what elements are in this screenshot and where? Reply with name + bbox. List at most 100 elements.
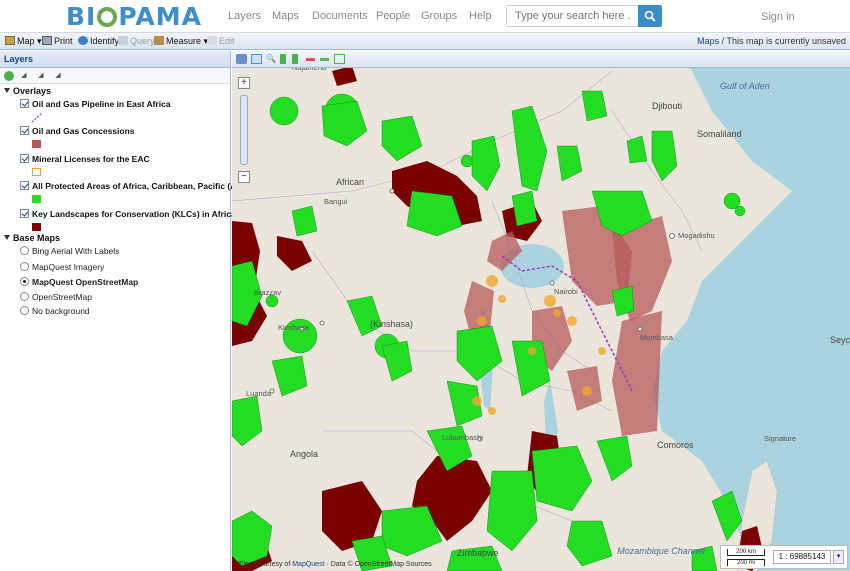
layers-panel-tools: ◢ ◢ ◢ xyxy=(0,68,230,84)
label-luanda: Luanda xyxy=(246,389,272,398)
radio-icon[interactable] xyxy=(20,246,29,255)
measure-button[interactable]: Measure ▾ xyxy=(154,36,208,47)
map-attribution: Tiles Courtesy of MapQuest · Data © Open… xyxy=(238,561,432,568)
checkbox-icon[interactable] xyxy=(20,154,29,163)
query-icon xyxy=(118,36,128,45)
concessions-legend-icon xyxy=(32,140,41,148)
nav-people[interactable]: People xyxy=(376,10,410,22)
scale-ratio-field[interactable]: 1 : 69885143 xyxy=(773,550,831,564)
layer-properties-icon[interactable]: ◢ xyxy=(38,71,48,81)
label-african: African xyxy=(336,177,365,187)
query-button[interactable]: Query xyxy=(118,36,155,46)
label-brazzaville: Brazzav xyxy=(254,288,282,297)
forward-icon[interactable] xyxy=(292,54,298,64)
extent-icon[interactable] xyxy=(320,58,329,61)
overlay-pipeline[interactable]: Oil and Gas Pipeline in East Africa xyxy=(20,99,171,109)
label-kinshasa: Kinshasa xyxy=(278,323,309,332)
nav-layers[interactable]: Layers xyxy=(228,10,261,22)
nav-help[interactable]: Help xyxy=(469,10,492,22)
logo-text-left: BI xyxy=(66,2,97,31)
sign-in-link[interactable]: Sign in xyxy=(761,11,795,23)
label-lubumbashi: Lubumbashi xyxy=(442,433,483,442)
identify-button[interactable]: Identify xyxy=(78,36,119,46)
label-somaliland: Somaliland xyxy=(697,129,742,139)
label-mombasa: Mombasa xyxy=(640,333,673,342)
base-maps-group[interactable]: Base Maps xyxy=(4,233,60,243)
edit-button[interactable]: Edit xyxy=(207,36,235,46)
layers-switch-icon[interactable] xyxy=(236,54,247,64)
search-button[interactable] xyxy=(638,5,662,27)
label-gulf-of-aden: Gulf of Aden xyxy=(720,81,770,91)
overlay-klc[interactable]: Key Landscapes for Conservation (KLCs) i… xyxy=(20,209,236,219)
collapse-icon xyxy=(4,235,10,240)
radio-icon[interactable] xyxy=(20,292,29,301)
radio-icon[interactable] xyxy=(20,306,29,315)
grid-icon[interactable] xyxy=(334,54,345,64)
pan-icon[interactable] xyxy=(251,54,262,64)
logo-text-right: PAMA xyxy=(118,2,202,31)
label-comoros: Comoros xyxy=(657,440,694,450)
radio-selected-icon[interactable] xyxy=(20,277,29,286)
checkbox-icon[interactable] xyxy=(20,126,29,135)
scale-control: 200 km 200 mi 1 : 69885143 ▾ xyxy=(720,545,848,569)
top-navigation: BI PAMA Layers Maps Documents People Grou… xyxy=(0,0,850,33)
zoom-slider[interactable] xyxy=(240,95,248,165)
remove-icon[interactable] xyxy=(306,58,315,61)
map-canvas xyxy=(232,51,850,571)
overlay-mineral-licenses[interactable]: Mineral Licenses for the EAC xyxy=(20,154,150,164)
map-toolbar: Map ▾ Print Identify Query Measure ▾ Edi… xyxy=(0,33,850,50)
layers-panel-title: Layers xyxy=(0,51,230,68)
checkbox-icon[interactable] xyxy=(20,209,29,218)
overlay-concessions[interactable]: Oil and Gas Concessions xyxy=(20,126,135,136)
basemap-bing-aerial[interactable]: Bing Aerial With Labels xyxy=(20,246,119,256)
checkbox-icon[interactable] xyxy=(20,99,29,108)
layers-panel: Layers ◢ ◢ ◢ Overlays Oil and Gas Pipeli… xyxy=(0,51,251,571)
pipeline-legend-icon xyxy=(32,113,42,122)
nav-documents[interactable]: Documents xyxy=(312,10,368,22)
label-signature: Signature xyxy=(764,434,797,443)
map-tools-bar: 🔍 xyxy=(232,51,850,68)
zoom-box-icon[interactable]: 🔍 xyxy=(266,54,277,64)
checkbox-icon[interactable] xyxy=(20,181,29,190)
nav-groups[interactable]: Groups xyxy=(421,10,457,22)
label-zimbabwe: Zimbabwe xyxy=(457,548,499,558)
maps-breadcrumb-link[interactable]: Maps xyxy=(697,36,719,46)
zoom-control: + − xyxy=(238,77,250,185)
radio-icon[interactable] xyxy=(20,262,29,271)
scale-dropdown-icon[interactable]: ▾ xyxy=(833,550,844,564)
mineral-legend-icon xyxy=(32,168,41,176)
zoom-in-button[interactable]: + xyxy=(238,77,250,89)
map-status: Maps / This map is currently unsaved xyxy=(697,36,846,46)
back-icon[interactable] xyxy=(280,54,286,64)
map-icon xyxy=(5,36,15,45)
layer-style-icon[interactable]: ◢ xyxy=(55,71,65,81)
zoom-out-button[interactable]: − xyxy=(238,171,250,183)
map-menu-button[interactable]: Map ▾ xyxy=(5,36,42,47)
printer-icon xyxy=(42,36,52,45)
overlay-protected-areas[interactable]: All Protected Areas of Africa, Caribbean… xyxy=(20,181,251,191)
nav-maps[interactable]: Maps xyxy=(272,10,299,22)
info-icon xyxy=(78,36,88,45)
label-nairobi: Nairobi xyxy=(554,287,578,296)
scale-km: 200 km xyxy=(727,549,765,556)
overlays-group[interactable]: Overlays xyxy=(4,86,51,96)
basemap-mapquest-imagery[interactable]: MapQuest Imagery xyxy=(20,262,104,272)
basemap-openstreetmap[interactable]: OpenStreetMap xyxy=(20,292,92,302)
label-bangui: Bangui xyxy=(324,197,348,206)
label-seychelles: Seyche xyxy=(830,335,850,345)
basemap-no-background[interactable]: No background xyxy=(20,306,90,316)
mapquest-link[interactable]: MapQuest xyxy=(292,561,324,568)
remove-layer-icon[interactable]: ◢ xyxy=(21,71,31,81)
label-mogadishu: Mogadishu xyxy=(678,231,715,240)
klc-legend-icon xyxy=(32,223,41,231)
search-input[interactable] xyxy=(506,5,639,27)
scale-mi: 200 mi xyxy=(727,559,765,566)
basemap-mapquest-osm[interactable]: MapQuest OpenStreetMap xyxy=(20,277,138,287)
biopama-logo[interactable]: BI PAMA xyxy=(66,2,202,31)
map-viewport[interactable]: 🔍 Gulf of Aden Djibouti Somaliland Mogad… xyxy=(232,51,850,571)
print-button[interactable]: Print xyxy=(42,36,73,46)
add-layer-icon[interactable] xyxy=(4,71,14,82)
collapse-icon xyxy=(4,88,10,93)
label-djibouti: Djibouti xyxy=(652,101,683,111)
pencil-icon xyxy=(207,36,217,45)
